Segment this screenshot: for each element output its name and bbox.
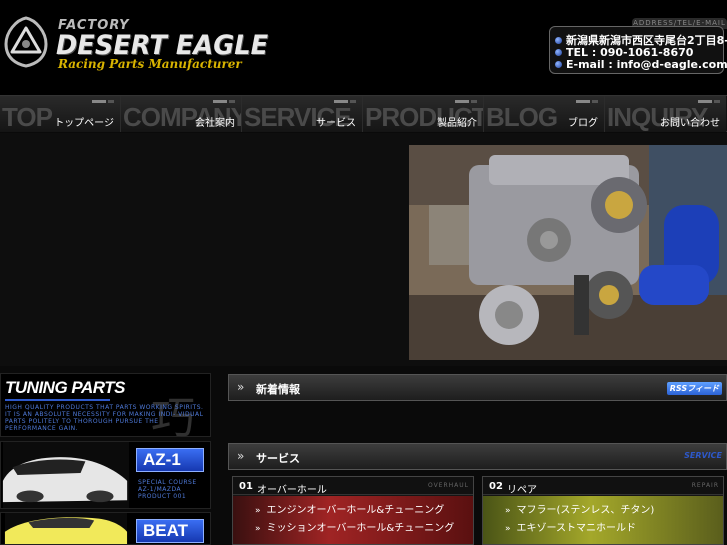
nav-item-bg-word: TOP [2,102,53,132]
nav-item-label: 会社案内 [195,118,235,129]
service-panel-overhaul: 01 オーバーホール OVERHAUL » エンジンオーバーホール&チューニング … [232,476,474,545]
nav-decoration [92,100,114,104]
bullet-icon [555,37,562,44]
service-link[interactable]: » エキゾーストマニホールド [505,519,636,534]
service-tag: SERVICE [684,451,722,460]
contact-email[interactable]: E-mail : info@d-eagle.com [555,58,727,71]
service-title: サービス [256,452,300,465]
site-header: FACTORY DESERT EAGLE Racing Parts Manufa… [0,0,727,95]
nav-decoration [576,100,598,104]
nav-item-bg-word: BLOG [486,102,558,132]
service-panel-repair: 02 リペア REPAIR » マフラー(ステンレス、チタン) » エキゾーストマニ… [482,476,724,545]
nav-decoration [213,100,235,104]
tuning-parts-description: HIGH QUALITY PRODUCTS THAT PARTS WORKING… [5,404,204,432]
az1-desc-line: SPECIAL COURSE [138,479,197,486]
bullet-icon [555,49,562,56]
nav-item-label: お問い合わせ [660,118,720,129]
nav-item-label: トップページ [54,118,114,129]
panel-header: 01 オーバーホール OVERHAUL [233,477,473,496]
service-link-label[interactable]: エキゾーストマニホールド [517,523,637,534]
double-chevron-icon: » [237,449,245,463]
nav-decoration [334,100,356,104]
az1-desc-line: PRODUCT 001 [138,493,187,500]
nav-item-top[interactable]: TOP トップページ [0,96,121,132]
service-link-label[interactable]: ミッションオーバーホール&チューニング [267,523,455,534]
bullet-icon [555,61,562,68]
panel-title: リペア [507,485,537,496]
double-chevron-icon: » [505,506,511,516]
panel-number: 02 [489,481,503,492]
panel-title: オーバーホール [257,485,327,496]
nav-item-blog[interactable]: BLOG ブログ [484,96,605,132]
beat-badge: BEAT [136,519,204,543]
panel-number: 01 [239,481,253,492]
az1-badge: AZ-1 [136,448,204,472]
panel-header: 02 リペア REPAIR [483,477,723,496]
tuning-underline [5,399,110,401]
nav-item-inquiry[interactable]: INQUIRY お問い合わせ [605,96,726,132]
az1-car-image [2,442,130,508]
main-nav: TOP トップページ COMPANY 会社案内 SERVICE サービス PRO… [0,95,727,132]
nav-item-label: 製品紹介 [437,118,477,129]
service-link-label[interactable]: マフラー(ステンレス、チタン) [517,505,655,516]
product-card-beat[interactable]: BEAT [0,512,211,545]
service-link[interactable]: » ミッションオーバーホール&チューニング [255,519,454,534]
az1-description: SPECIAL COURSE AZ-1/MAZDA PRODUCT 001 [138,479,197,500]
news-title: 新着情報 [256,383,300,396]
double-chevron-icon: » [505,524,511,534]
logo-subtitle: Racing Parts Manufacturer [58,57,242,71]
tuning-parts-header: 巧 TUNING PARTS HIGH QUALITY PRODUCTS THA… [0,373,211,444]
tuning-parts-title: TUNING PARTS [5,378,125,397]
product-card-az1[interactable]: AZ-1 SPECIAL COURSE AZ-1/MAZDA PRODUCT 0… [0,441,211,509]
double-chevron-icon: » [255,524,261,534]
nav-item-service[interactable]: SERVICE サービス [242,96,363,132]
panel-english-label: REPAIR [691,482,719,489]
nav-item-product[interactable]: PRODUCT 製品紹介 [363,96,484,132]
panel-english-label: OVERHAUL [427,482,469,489]
panel-body: » マフラー(ステンレス、チタン) » エキゾーストマニホールド [483,496,723,544]
beat-car-image [4,513,128,544]
engine-photo [409,145,727,360]
news-section-header: » 新着情報 RSSフィード [228,374,727,401]
nav-decoration [698,100,720,104]
nav-item-label: サービス [316,118,356,129]
nav-item-label: ブログ [568,118,598,129]
email-text[interactable]: E-mail : info@d-eagle.com [566,58,727,71]
service-link[interactable]: » エンジンオーバーホール&チューニング [255,501,444,516]
service-link[interactable]: » マフラー(ステンレス、チタン) [505,501,654,516]
engine-photo-illustration [409,145,727,360]
rss-feed-button[interactable]: RSSフィード [666,382,722,395]
rotor-logo-icon[interactable] [2,14,50,70]
double-chevron-icon: » [255,506,261,516]
nav-decoration [455,100,477,104]
nav-item-company[interactable]: COMPANY 会社案内 [121,96,242,132]
service-section-header: » サービス SERVICE [228,443,727,470]
az1-desc-line: AZ-1/MAZDA [138,486,182,493]
panel-body: » エンジンオーバーホール&チューニング » ミッションオーバーホール&チューニング [233,496,473,544]
double-chevron-icon: » [237,380,245,394]
service-link-label[interactable]: エンジンオーバーホール&チューニング [267,505,445,516]
